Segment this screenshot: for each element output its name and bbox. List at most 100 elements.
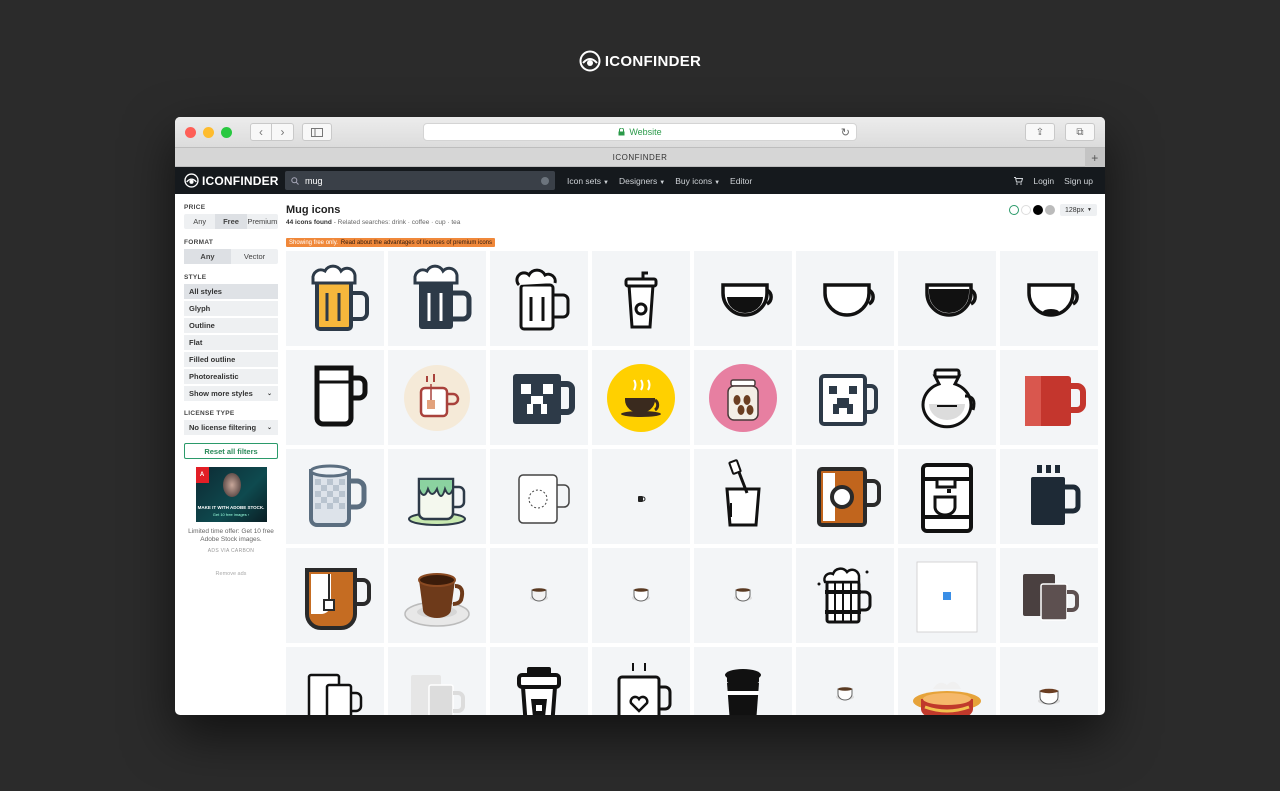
icon-result-card[interactable]: [898, 548, 996, 643]
price-filter: Any Free Premium: [184, 214, 278, 229]
search-input[interactable]: mug: [285, 171, 555, 190]
results-summary: 44 icons found - Related searches: drink…: [286, 219, 460, 226]
icon-result-card[interactable]: [490, 548, 588, 643]
icon-result-card[interactable]: [796, 449, 894, 544]
format-vector[interactable]: Vector: [231, 249, 278, 264]
remove-ads-link[interactable]: Remove ads: [184, 571, 278, 577]
new-tab-button[interactable]: +: [1085, 148, 1105, 167]
nav-buy-icons[interactable]: Buy icons ▼: [675, 176, 720, 186]
icon-result-card[interactable]: [592, 548, 690, 643]
reload-icon[interactable]: ↻: [841, 126, 850, 139]
icon-result-card[interactable]: [796, 548, 894, 643]
icon-result-card[interactable]: [796, 350, 894, 445]
icon-result-card[interactable]: [1000, 449, 1098, 544]
icon-result-card[interactable]: [490, 647, 588, 715]
icon-result-card[interactable]: [388, 251, 486, 346]
top-brand: ICONFINDER: [0, 50, 1280, 72]
icon-result-card[interactable]: [286, 350, 384, 445]
tab-title[interactable]: ICONFINDER: [613, 153, 668, 162]
license-select[interactable]: No license filtering ⌄: [184, 420, 278, 435]
bg-color-white[interactable]: [1008, 205, 1019, 215]
icon-result-card[interactable]: [286, 647, 384, 715]
address-bar[interactable]: Website ↻: [423, 123, 857, 141]
icon-result-card[interactable]: [592, 449, 690, 544]
icon-result-card[interactable]: [592, 647, 690, 715]
signup-link[interactable]: Sign up: [1064, 176, 1093, 186]
icon-result-card[interactable]: [694, 350, 792, 445]
back-button[interactable]: ‹: [250, 123, 272, 141]
price-premium[interactable]: Premium: [247, 214, 278, 229]
icon-grid: [286, 251, 1098, 715]
icon-result-card[interactable]: [898, 449, 996, 544]
tabs-button[interactable]: ⧉: [1065, 123, 1095, 141]
page-title: Mug icons: [286, 204, 341, 216]
tiny-mug-icon: [638, 495, 646, 502]
icon-result-card[interactable]: [286, 548, 384, 643]
icon-result-card[interactable]: [898, 647, 996, 715]
icon-result-card[interactable]: [592, 350, 690, 445]
price-free[interactable]: Free: [215, 214, 247, 229]
icon-result-card[interactable]: [388, 449, 486, 544]
cart-icon[interactable]: [1014, 176, 1024, 185]
green-drip-mug-icon: [408, 477, 466, 526]
sidebar-toggle-button[interactable]: [302, 123, 332, 141]
style-filled-outline[interactable]: Filled outline: [184, 352, 278, 367]
icon-result-card[interactable]: [388, 350, 486, 445]
zoom-window-button[interactable]: [221, 126, 232, 138]
show-more-styles[interactable]: Show more styles ⌄: [184, 386, 278, 401]
style-all[interactable]: All styles: [184, 284, 278, 299]
related-searches[interactable]: drink · coffee · cup · tea: [392, 219, 461, 226]
ad-copy[interactable]: Limited time offer: Get 10 free Adobe St…: [184, 528, 278, 545]
minimize-window-button[interactable]: [203, 126, 214, 138]
banner-link[interactable]: Read about the advantages of licenses of…: [341, 240, 492, 246]
icon-result-card[interactable]: [592, 251, 690, 346]
icon-result-card[interactable]: [490, 251, 588, 346]
icon-result-card[interactable]: [388, 548, 486, 643]
glass-mug-icon: [314, 365, 368, 426]
ad-via[interactable]: ADS VIA CARBON: [184, 548, 278, 554]
icon-result-card[interactable]: [694, 251, 792, 346]
bg-color-gray[interactable]: [1044, 205, 1055, 215]
icon-result-card[interactable]: [1000, 251, 1098, 346]
share-button[interactable]: ⇪: [1025, 123, 1055, 141]
clear-search-icon[interactable]: [541, 176, 549, 185]
icon-result-card[interactable]: [286, 449, 384, 544]
icon-result-card[interactable]: [490, 350, 588, 445]
bg-color-black[interactable]: [1032, 205, 1043, 215]
caret-down-icon: ▼: [603, 179, 609, 186]
icon-result-card[interactable]: [694, 548, 792, 643]
bg-color-white-2[interactable]: [1020, 205, 1031, 215]
close-window-button[interactable]: [185, 126, 196, 138]
icon-result-card[interactable]: [796, 251, 894, 346]
icon-result-card[interactable]: [1000, 350, 1098, 445]
icon-result-card[interactable]: [1000, 647, 1098, 715]
login-link[interactable]: Login: [1033, 176, 1054, 186]
icon-result-card[interactable]: [694, 647, 792, 715]
nav-icon-sets[interactable]: Icon sets ▼: [567, 176, 609, 186]
ad-image[interactable]: A MAKE IT WITH ADOBE STOCK. Get 10 free …: [195, 467, 267, 522]
icon-result-card[interactable]: [1000, 548, 1098, 643]
style-flat[interactable]: Flat: [184, 335, 278, 350]
creeper-mug-outline-icon: [819, 373, 878, 426]
icon-result-card[interactable]: [388, 647, 486, 715]
icon-result-card[interactable]: [286, 251, 384, 346]
icon-result-card[interactable]: [694, 449, 792, 544]
caret-down-icon: ▼: [714, 179, 721, 186]
icon-result-card[interactable]: [796, 647, 894, 715]
format-any[interactable]: Any: [184, 249, 231, 264]
site-logo[interactable]: ICONFINDER: [184, 173, 279, 188]
price-any[interactable]: Any: [184, 214, 215, 229]
forward-button[interactable]: ›: [272, 123, 294, 141]
reset-filters-button[interactable]: Reset all filters: [184, 443, 278, 459]
icon-result-card[interactable]: [898, 251, 996, 346]
icon-result-card[interactable]: [490, 449, 588, 544]
style-glyph[interactable]: Glyph: [184, 301, 278, 316]
results-header: Mug icons 44 icons found - Related searc…: [286, 204, 460, 226]
icon-result-card[interactable]: [898, 350, 996, 445]
nav-editor[interactable]: Editor: [730, 176, 752, 186]
style-outline[interactable]: Outline: [184, 318, 278, 333]
nav-designers[interactable]: Designers ▼: [619, 176, 665, 186]
browser-window: ‹ › Website ↻ ⇪ ⧉ ICONFINDER + ICONFINDE…: [175, 117, 1105, 715]
size-select[interactable]: 128px ▼: [1059, 204, 1097, 216]
style-photorealistic[interactable]: Photorealistic: [184, 369, 278, 384]
